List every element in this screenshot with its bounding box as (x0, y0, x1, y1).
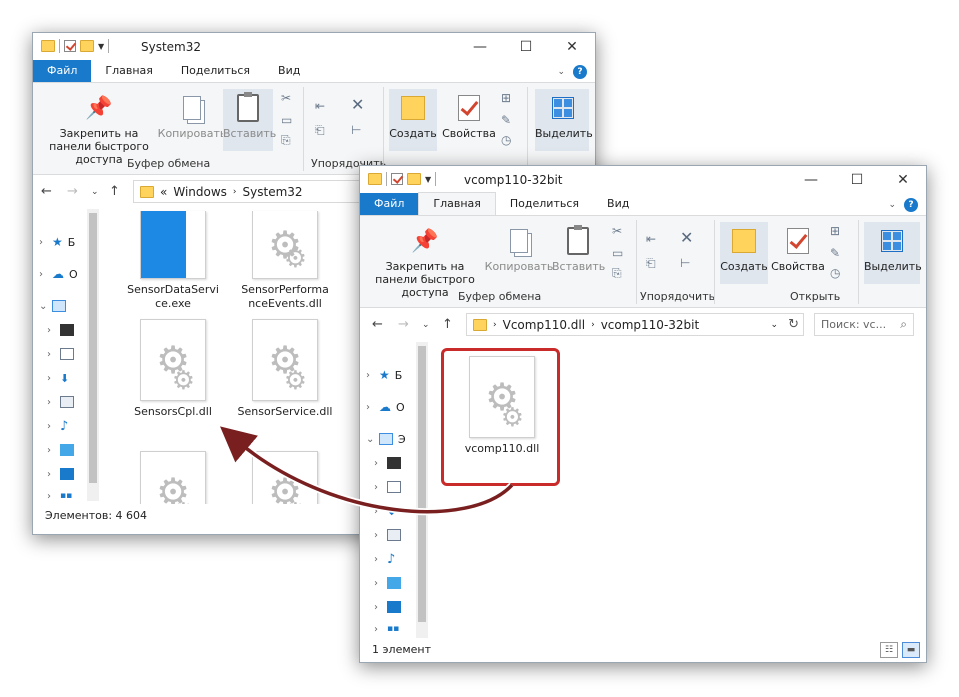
drag-arrow (219, 426, 515, 516)
arrow-path (233, 437, 515, 516)
arrow-path (219, 426, 514, 514)
